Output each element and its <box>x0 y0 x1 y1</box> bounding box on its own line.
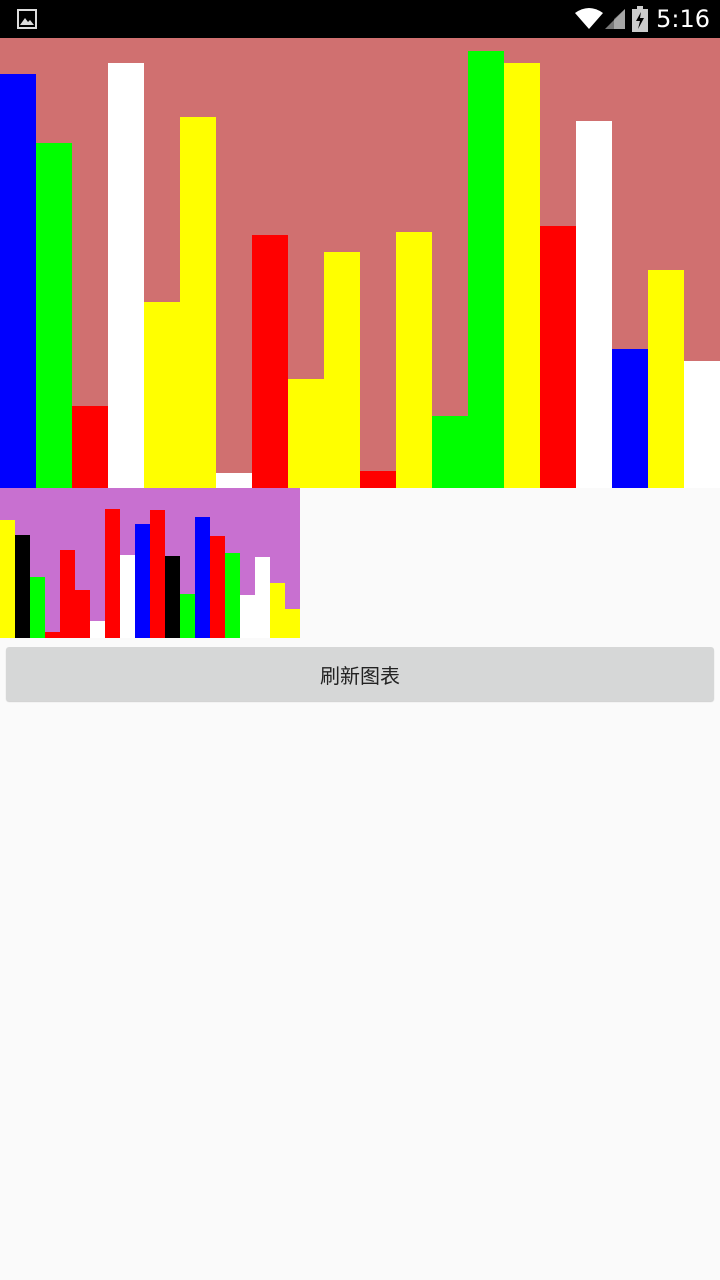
large-chart-bar <box>36 143 72 488</box>
large-bar-chart <box>0 38 720 488</box>
large-chart-bar <box>216 473 252 488</box>
small-chart-bar <box>135 524 150 638</box>
small-chart-bar <box>150 510 165 638</box>
large-chart-bar <box>252 235 288 488</box>
small-chart-bar <box>30 577 45 638</box>
small-chart-bar <box>45 632 60 638</box>
small-chart-bar <box>120 555 135 638</box>
small-chart-bar <box>0 520 15 638</box>
large-bar-chart-canvas <box>0 38 720 488</box>
small-chart-bar <box>195 517 210 638</box>
large-chart-bar <box>468 51 504 488</box>
small-bar-chart-canvas <box>0 488 300 638</box>
small-chart-bar <box>270 583 285 638</box>
refresh-chart-button[interactable]: 刷新图表 <box>6 647 714 701</box>
large-chart-bar <box>504 63 540 488</box>
wifi-icon <box>574 7 604 31</box>
small-chart-bar <box>180 594 195 638</box>
large-chart-bar <box>180 117 216 488</box>
small-chart-bar <box>90 621 105 638</box>
small-chart-bar <box>225 553 240 638</box>
small-chart-bar <box>15 535 30 638</box>
small-chart-bar <box>165 556 180 638</box>
small-chart-bar <box>75 590 90 638</box>
cell-signal-icon <box>604 7 626 31</box>
small-chart-bar <box>60 550 75 638</box>
small-chart-bar <box>210 536 225 638</box>
large-chart-bar <box>0 74 36 488</box>
small-chart-bar <box>255 557 270 638</box>
large-chart-bar <box>648 270 684 488</box>
status-bar: 5:16 <box>0 0 720 38</box>
large-chart-bar <box>576 121 612 488</box>
large-chart-bar <box>72 406 108 488</box>
status-icons: 5:16 <box>574 0 710 38</box>
large-chart-bar <box>612 349 648 488</box>
large-chart-bar <box>324 252 360 488</box>
battery-charging-icon <box>632 6 649 32</box>
large-chart-bar <box>432 416 468 488</box>
large-chart-bar <box>144 302 180 488</box>
small-chart-bar <box>240 595 255 638</box>
large-chart-bar <box>684 361 720 488</box>
large-chart-bar <box>108 63 144 488</box>
small-bar-chart <box>0 488 300 638</box>
large-chart-bar <box>360 471 396 488</box>
large-chart-bar <box>396 232 432 488</box>
small-chart-bar <box>105 509 120 638</box>
image-notification-icon <box>17 9 37 29</box>
large-chart-bar <box>540 226 576 488</box>
small-chart-bar <box>285 609 300 638</box>
status-time: 5:16 <box>656 5 710 33</box>
large-chart-bar <box>288 379 324 488</box>
